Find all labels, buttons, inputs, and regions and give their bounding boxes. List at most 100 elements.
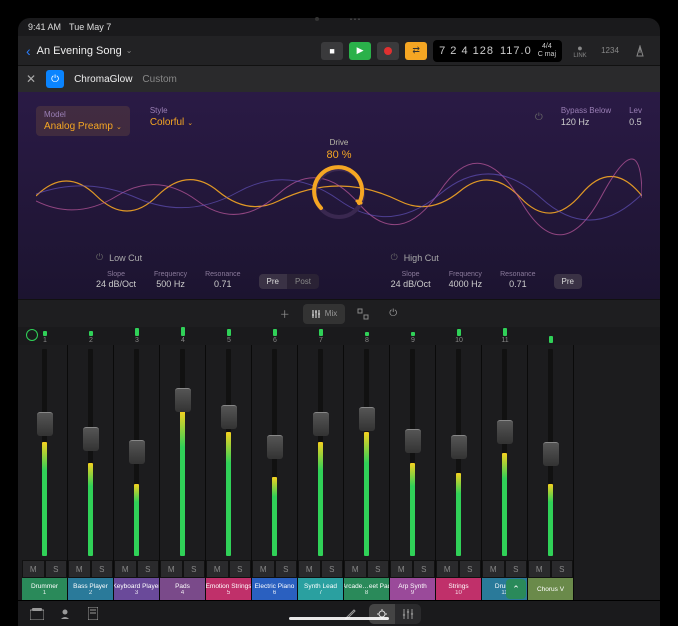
collapse-button[interactable]: ⌃	[506, 579, 526, 599]
mute-button[interactable]: M	[68, 560, 91, 578]
view-mode-a[interactable]	[369, 604, 395, 624]
fader-cap[interactable]	[175, 388, 191, 412]
plugin-preset[interactable]: Custom	[142, 74, 176, 85]
mute-button[interactable]: M	[344, 560, 367, 578]
library-button[interactable]	[28, 605, 46, 623]
plugin-name[interactable]: ChromaGlow	[74, 74, 132, 85]
fader-area[interactable]	[114, 345, 159, 560]
track-label[interactable]: Bass Player2	[68, 578, 113, 600]
lowcut-slope[interactable]: Slope24 dB/Oct	[96, 271, 136, 289]
fader-cap[interactable]	[451, 435, 467, 459]
highcut-prepost[interactable]: Pre	[554, 274, 582, 289]
add-track-button[interactable]: ＋	[273, 304, 297, 324]
lcd-display[interactable]: 7 2 4 128 117.0 4/4 C maj	[433, 40, 562, 62]
fader-cap[interactable]	[405, 429, 421, 453]
mute-button[interactable]: M	[298, 560, 321, 578]
track-marker[interactable]: 4	[160, 327, 206, 345]
solo-button[interactable]: S	[551, 560, 574, 578]
track-marker[interactable]: 9	[390, 327, 436, 345]
track-label[interactable]: Drums11 ⌃	[482, 578, 527, 600]
solo-button[interactable]: S	[45, 560, 68, 578]
fader-area[interactable]	[344, 345, 389, 560]
fader-cap[interactable]	[543, 442, 559, 466]
fader-area[interactable]	[252, 345, 297, 560]
fader-cap[interactable]	[313, 412, 329, 436]
fader-area[interactable]	[22, 345, 67, 560]
fader-area[interactable]	[206, 345, 251, 560]
solo-button[interactable]: S	[91, 560, 114, 578]
track-marker[interactable]: 5	[206, 327, 252, 345]
solo-button[interactable]: S	[275, 560, 298, 578]
level-param[interactable]: Lev 0.5	[629, 106, 642, 127]
track-marker[interactable]: 10	[436, 327, 482, 345]
solo-button[interactable]: S	[459, 560, 482, 578]
notepad-button[interactable]	[84, 605, 102, 623]
fader-area[interactable]	[160, 345, 205, 560]
lowcut-resonance[interactable]: Resonance0.71	[205, 271, 240, 289]
fader-cap[interactable]	[221, 405, 237, 429]
mix-view-button[interactable]: Mix	[303, 304, 345, 324]
track-marker[interactable]: 1	[22, 327, 68, 345]
home-indicator[interactable]	[289, 617, 389, 620]
metronome-button[interactable]	[628, 41, 652, 61]
automation-button[interactable]	[351, 304, 375, 324]
bypass-below-param[interactable]: Bypass Below 120 Hz	[561, 106, 611, 127]
highcut-power-icon[interactable]: ⏻	[391, 252, 398, 263]
mute-button[interactable]: M	[436, 560, 459, 578]
cycle-button[interactable]: ⇄	[405, 42, 427, 60]
track-marker[interactable]: 6	[252, 327, 298, 345]
highcut-frequency[interactable]: Frequency4000 Hz	[449, 271, 483, 289]
lowcut-frequency[interactable]: Frequency500 Hz	[154, 271, 187, 289]
track-marker[interactable]	[528, 327, 574, 345]
model-selector[interactable]: Model Analog Preamp⌄	[36, 106, 130, 136]
track-label[interactable]: Pads4	[160, 578, 205, 600]
plugin-power-button[interactable]: ⏻	[46, 70, 64, 88]
mute-button[interactable]: M	[114, 560, 137, 578]
solo-button[interactable]: S	[321, 560, 344, 578]
smart-controls-button[interactable]	[56, 605, 74, 623]
track-marker[interactable]: 11	[482, 327, 528, 345]
mute-button[interactable]: M	[252, 560, 275, 578]
fader-cap[interactable]	[267, 435, 283, 459]
solo-button[interactable]: S	[137, 560, 160, 578]
lowcut-prepost[interactable]: Pre Post	[259, 274, 319, 289]
mixer-power-button[interactable]: ⏻	[381, 304, 405, 324]
mute-button[interactable]: M	[528, 560, 551, 578]
record-button[interactable]	[377, 42, 399, 60]
link-button[interactable]: ● LINK	[568, 41, 592, 61]
track-label[interactable]: Arcade…eet Pad8	[344, 578, 389, 600]
fader-area[interactable]	[298, 345, 343, 560]
fader-area[interactable]	[68, 345, 113, 560]
fader-area[interactable]	[482, 345, 527, 560]
fader-cap[interactable]	[359, 407, 375, 431]
mute-button[interactable]: M	[206, 560, 229, 578]
bypass-power-icon[interactable]: ⏻	[535, 112, 543, 123]
track-label[interactable]: Chorus V	[528, 578, 573, 600]
mute-button[interactable]: M	[482, 560, 505, 578]
fader-cap[interactable]	[497, 420, 513, 444]
mute-button[interactable]: M	[390, 560, 413, 578]
highcut-slope[interactable]: Slope24 dB/Oct	[391, 271, 431, 289]
stop-button[interactable]: ■	[321, 42, 343, 60]
fader-area[interactable]	[528, 345, 573, 560]
solo-button[interactable]: S	[229, 560, 252, 578]
back-button[interactable]: ‹	[26, 43, 31, 59]
mute-button[interactable]: M	[160, 560, 183, 578]
fader-area[interactable]	[390, 345, 435, 560]
fader-cap[interactable]	[129, 440, 145, 464]
fader-area[interactable]	[436, 345, 481, 560]
track-label[interactable]: Keyboard Player3	[114, 578, 159, 600]
fader-cap[interactable]	[83, 427, 99, 451]
drive-knob[interactable]: Drive 80 %	[309, 138, 369, 223]
track-label[interactable]: Electric Piano6	[252, 578, 297, 600]
track-label[interactable]: Synth Lead7	[298, 578, 343, 600]
fader-cap[interactable]	[37, 412, 53, 436]
track-label[interactable]: Emotion Strings5	[206, 578, 251, 600]
track-label[interactable]: Arp Synth9	[390, 578, 435, 600]
solo-button[interactable]: S	[183, 560, 206, 578]
track-marker[interactable]: 3	[114, 327, 160, 345]
count-in-button[interactable]: 1234	[598, 41, 622, 61]
play-button[interactable]: ▶	[349, 42, 371, 60]
track-marker[interactable]: 2	[68, 327, 114, 345]
track-label[interactable]: Strings10	[436, 578, 481, 600]
